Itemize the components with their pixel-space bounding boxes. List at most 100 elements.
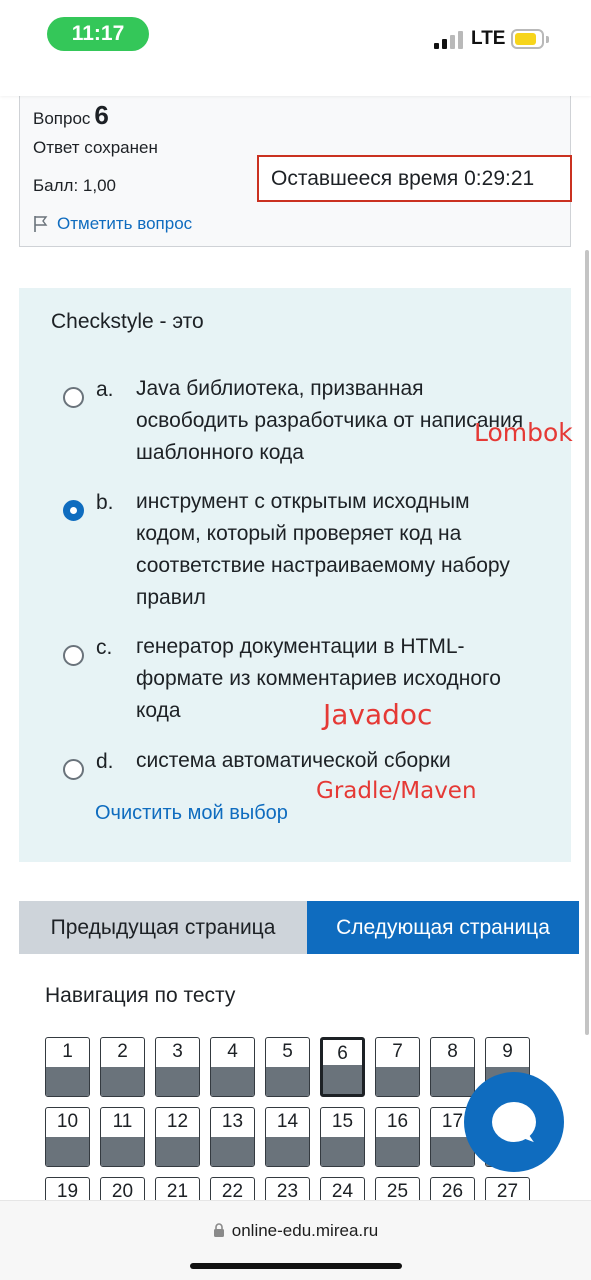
- answered-indicator: [46, 1067, 89, 1096]
- quiz-nav-question-3[interactable]: 3: [155, 1037, 200, 1097]
- quiz-nav-question-6[interactable]: 6: [320, 1037, 365, 1097]
- quiz-nav-number: 20: [111, 1181, 134, 1200]
- answered-indicator: [101, 1137, 144, 1166]
- browser-bar: online-edu.mirea.ru: [0, 1200, 591, 1280]
- option-text: инструмент с открытым исходным кодом, ко…: [136, 490, 510, 609]
- quiz-nav-number: 4: [227, 1041, 238, 1062]
- url-text: online-edu.mirea.ru: [231, 1221, 379, 1240]
- home-indicator: [190, 1263, 402, 1269]
- quiz-nav-question-8[interactable]: 8: [430, 1037, 475, 1097]
- quiz-nav-number: 21: [166, 1181, 189, 1200]
- radio-option-c[interactable]: [63, 645, 84, 666]
- question-label: Вопрос 6: [33, 100, 109, 130]
- option-letter: d.: [96, 750, 114, 773]
- quiz-nav-number: 3: [172, 1041, 183, 1062]
- answered-indicator: [376, 1067, 419, 1096]
- quiz-nav-question-27[interactable]: 27: [485, 1177, 530, 1200]
- signal-icon: [434, 31, 464, 49]
- quiz-navigation-title: Навигация по тесту: [45, 984, 236, 1007]
- network-type: LTE: [471, 28, 506, 49]
- quiz-nav-number: 14: [276, 1111, 299, 1132]
- quiz-nav-number: 22: [221, 1181, 244, 1200]
- quiz-nav-number: 24: [331, 1181, 354, 1200]
- quiz-nav-question-11[interactable]: 11: [100, 1107, 145, 1167]
- quiz-nav-number: 13: [221, 1111, 244, 1132]
- handwritten-note: Gradle/Maven: [316, 778, 477, 804]
- quiz-nav-question-20[interactable]: 20: [100, 1177, 145, 1200]
- previous-page-button[interactable]: Предыдущая страница: [19, 901, 307, 954]
- quiz-nav-number: 23: [276, 1181, 299, 1200]
- quiz-nav-question-22[interactable]: 22: [210, 1177, 255, 1200]
- lock-icon: [213, 1223, 224, 1237]
- quiz-nav-number: 10: [56, 1111, 79, 1132]
- quiz-nav-number: 5: [282, 1041, 293, 1062]
- quiz-nav-number: 27: [496, 1181, 519, 1200]
- quiz-nav-question-23[interactable]: 23: [265, 1177, 310, 1200]
- answered-indicator: [101, 1067, 144, 1096]
- quiz-nav-question-25[interactable]: 25: [375, 1177, 420, 1200]
- battery-icon: [511, 29, 544, 49]
- status-bar: 11:17 LTE: [0, 0, 591, 96]
- option-text: система автоматической сборки: [136, 749, 451, 772]
- battery-tip: [546, 36, 549, 43]
- question-text: Checkstyle - это: [51, 310, 204, 333]
- scrollbar[interactable]: [585, 250, 589, 1035]
- answered-indicator: [376, 1137, 419, 1166]
- quiz-nav-question-13[interactable]: 13: [210, 1107, 255, 1167]
- quiz-nav-question-24[interactable]: 24: [320, 1177, 365, 1200]
- answered-indicator: [321, 1137, 364, 1166]
- quiz-nav-number: 12: [166, 1111, 189, 1132]
- flag-icon: [34, 216, 48, 232]
- answered-indicator: [156, 1137, 199, 1166]
- quiz-nav-question-7[interactable]: 7: [375, 1037, 420, 1097]
- address-bar[interactable]: online-edu.mirea.ru: [0, 1221, 591, 1241]
- quiz-nav-question-14[interactable]: 14: [265, 1107, 310, 1167]
- quiz-nav-number: 6: [337, 1043, 348, 1064]
- quiz-nav-number: 15: [331, 1111, 354, 1132]
- flag-question-link[interactable]: Отметить вопрос: [33, 214, 192, 234]
- question-grade: Балл: 1,00: [33, 176, 116, 195]
- quiz-nav-question-21[interactable]: 21: [155, 1177, 200, 1200]
- answered-indicator: [46, 1137, 89, 1166]
- quiz-nav-number: 8: [447, 1041, 458, 1062]
- quiz-nav-question-5[interactable]: 5: [265, 1037, 310, 1097]
- quiz-nav-question-16[interactable]: 16: [375, 1107, 420, 1167]
- answered-indicator: [323, 1065, 362, 1094]
- quiz-nav-number: 7: [392, 1041, 403, 1062]
- option-letter: a.: [96, 378, 114, 401]
- radio-option-d[interactable]: [63, 759, 84, 780]
- quiz-nav-number: 2: [117, 1041, 128, 1062]
- quiz-nav-question-1[interactable]: 1: [45, 1037, 90, 1097]
- handwritten-note: Javadoc: [323, 698, 433, 731]
- quiz-nav-number: 26: [441, 1181, 464, 1200]
- question-card: Checkstyle - это a. Java библиотека, при…: [19, 288, 573, 862]
- quiz-nav-number: 19: [56, 1181, 79, 1200]
- quiz-nav-question-12[interactable]: 12: [155, 1107, 200, 1167]
- quiz-nav-number: 9: [502, 1041, 513, 1062]
- answered-indicator: [211, 1067, 254, 1096]
- quiz-nav-question-26[interactable]: 26: [430, 1177, 475, 1200]
- quiz-nav-question-15[interactable]: 15: [320, 1107, 365, 1167]
- quiz-nav-question-2[interactable]: 2: [100, 1037, 145, 1097]
- radio-option-a[interactable]: [63, 387, 84, 408]
- question-state: Ответ сохранен: [33, 138, 158, 157]
- option-letter: b.: [96, 491, 114, 514]
- chat-button[interactable]: [464, 1072, 564, 1172]
- clear-choice-link[interactable]: Очистить мой выбор: [95, 802, 288, 825]
- radio-option-b[interactable]: [63, 500, 84, 521]
- quiz-nav-number: 16: [386, 1111, 409, 1132]
- answered-indicator: [156, 1067, 199, 1096]
- next-page-button[interactable]: Следующая страница: [307, 901, 579, 954]
- handwritten-note: Lombok: [474, 418, 573, 447]
- quiz-nav-number: 11: [112, 1111, 133, 1132]
- quiz-nav-question-19[interactable]: 19: [45, 1177, 90, 1200]
- answered-indicator: [266, 1067, 309, 1096]
- option-letter: c.: [96, 636, 113, 659]
- timer: Оставшееся время 0:29:21: [257, 155, 572, 202]
- question-number: 6: [94, 100, 109, 130]
- quiz-nav-number: 25: [386, 1181, 409, 1200]
- answered-indicator: [431, 1067, 474, 1096]
- quiz-nav-question-10[interactable]: 10: [45, 1107, 90, 1167]
- quiz-nav-question-4[interactable]: 4: [210, 1037, 255, 1097]
- answered-indicator: [211, 1137, 254, 1166]
